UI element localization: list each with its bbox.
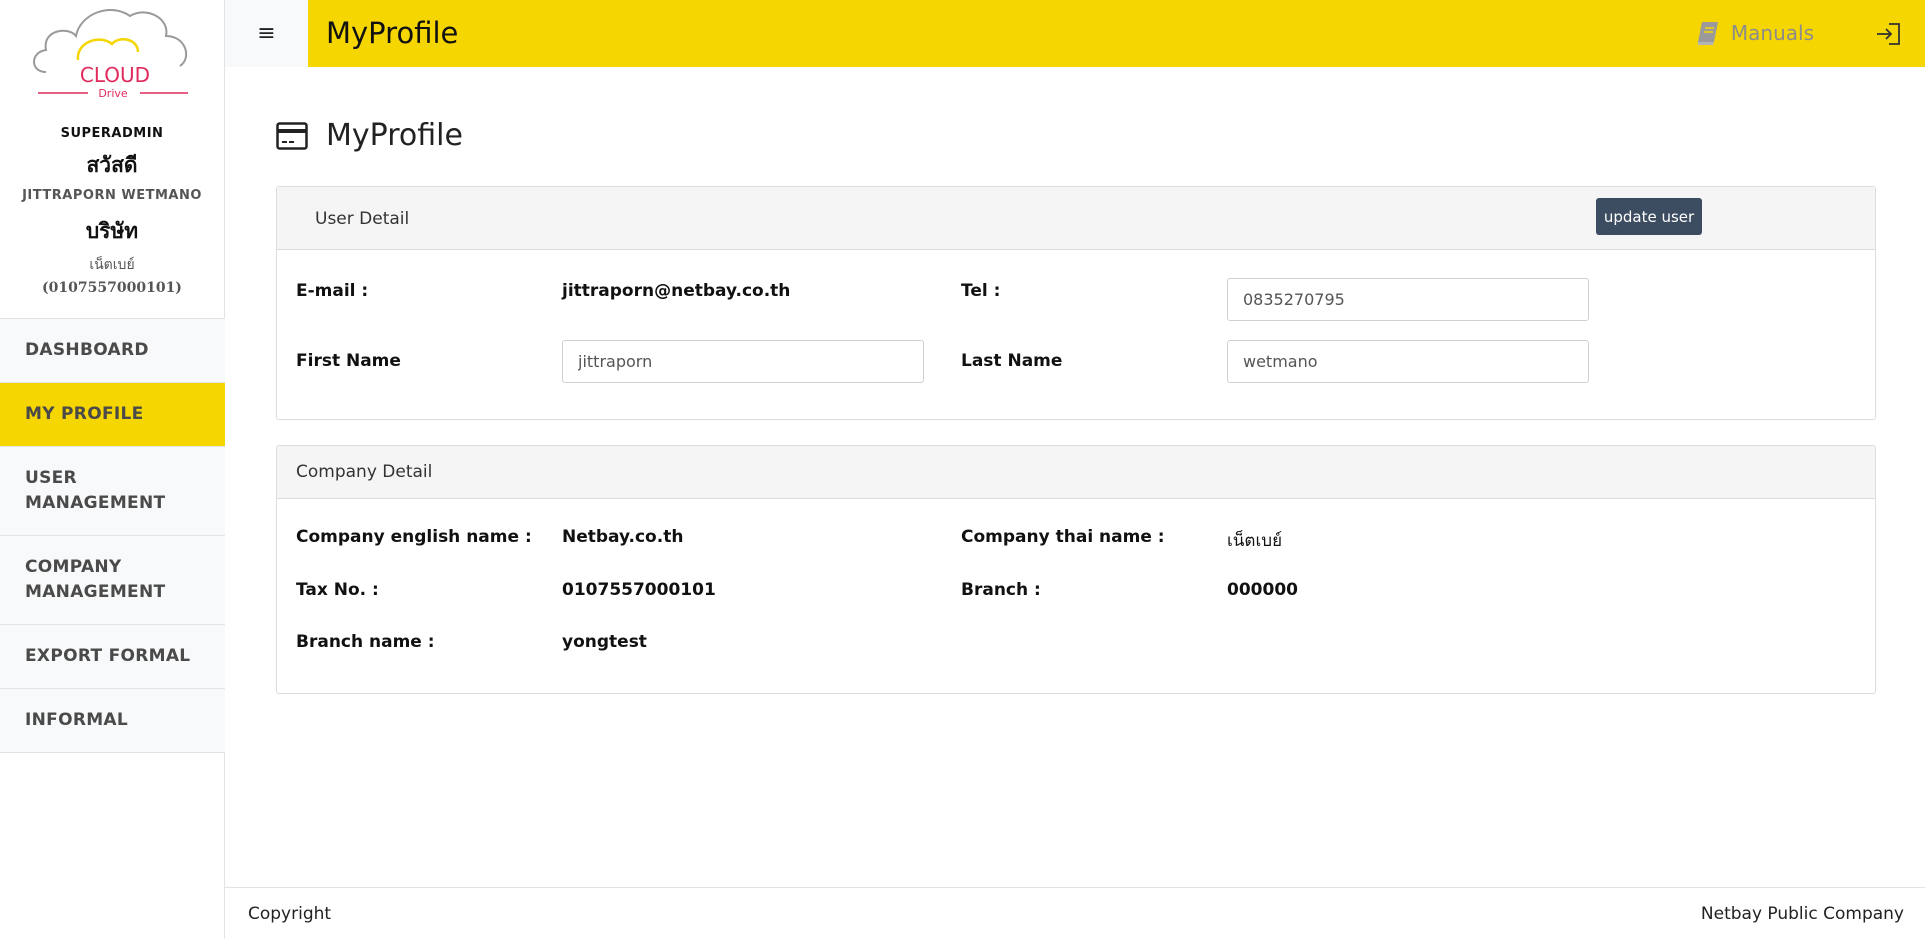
email-value: jittraporn@netbay.co.th bbox=[562, 281, 791, 301]
sidebar-item-informal[interactable]: INFORMAL bbox=[0, 689, 225, 753]
hamburger-icon: ≡ bbox=[257, 21, 276, 46]
page-title: MyProfile bbox=[326, 118, 463, 153]
user-company-label: บริษัท bbox=[85, 219, 139, 243]
user-detail-header: User Detail update user bbox=[277, 187, 1875, 250]
sidebar-item-label: COMPANY MANAGEMENT bbox=[25, 557, 166, 602]
logo-sub-text: Drive bbox=[98, 87, 128, 100]
sidebar-item-export-formal[interactable]: EXPORT FORMAL bbox=[0, 625, 225, 689]
sidebar-item-label: DASHBOARD bbox=[25, 340, 149, 360]
footer: Copyright Netbay Public Company bbox=[225, 887, 1925, 939]
top-bar: MyProfile Manuals bbox=[308, 0, 1925, 67]
footer-company: Netbay Public Company bbox=[1700, 904, 1904, 924]
logout-icon[interactable] bbox=[1875, 22, 1901, 46]
user-greeting: สวัสดี bbox=[86, 153, 138, 177]
brand-logo[interactable]: CLOUD Drive bbox=[0, 0, 224, 100]
manuals-link[interactable]: Manuals bbox=[1695, 20, 1814, 46]
branch-name-label: Branch name : bbox=[296, 632, 435, 652]
update-user-button[interactable]: update user bbox=[1596, 198, 1702, 235]
sidebar-item-dashboard[interactable]: DASHBOARD bbox=[0, 319, 225, 383]
sidebar-item-company-management[interactable]: COMPANY MANAGEMENT bbox=[0, 536, 225, 625]
tel-label: Tel : bbox=[961, 281, 1001, 301]
branch-value: 000000 bbox=[1227, 580, 1298, 600]
user-info: SUPERADMIN สวัสดี JITTRAPORN WETMANO บริ… bbox=[0, 100, 224, 296]
sidebar-item-label: INFORMAL bbox=[25, 710, 129, 730]
sidebar-item-label: MY PROFILE bbox=[25, 404, 144, 424]
book-icon bbox=[1697, 22, 1718, 45]
company-en-name-value: Netbay.co.th bbox=[562, 527, 684, 547]
company-detail-header: Company Detail bbox=[277, 446, 1875, 499]
tax-no-value: 0107557000101 bbox=[562, 580, 716, 600]
company-detail-card: Company Detail Company english name : Ne… bbox=[276, 445, 1876, 694]
footer-copyright: Copyright bbox=[248, 904, 332, 924]
company-detail-title: Company Detail bbox=[296, 462, 433, 482]
last-name-label: Last Name bbox=[961, 351, 1063, 371]
topbar-title: MyProfile bbox=[326, 16, 459, 50]
sidebar-item-label: EXPORT FORMAL bbox=[25, 646, 191, 666]
sidebar-item-label: USER MANAGEMENT bbox=[25, 468, 166, 513]
page-header: MyProfile bbox=[276, 118, 463, 153]
user-tax-id: (0107557000101) bbox=[42, 280, 182, 296]
sidebar-item-my-profile[interactable]: MY PROFILE bbox=[0, 383, 225, 447]
first-name-label: First Name bbox=[296, 351, 401, 371]
last-name-input[interactable] bbox=[1227, 340, 1589, 383]
manuals-label: Manuals bbox=[1730, 21, 1814, 45]
sidebar-nav: DASHBOARD MY PROFILE USER MANAGEMENT COM… bbox=[0, 318, 225, 753]
user-role: SUPERADMIN bbox=[60, 126, 164, 141]
sidebar-item-user-management[interactable]: USER MANAGEMENT bbox=[0, 447, 225, 536]
user-name: JITTRAPORN WETMANO bbox=[22, 188, 202, 203]
user-detail-title: User Detail bbox=[315, 209, 410, 229]
company-th-name-label: Company thai name : bbox=[961, 527, 1165, 547]
logo-main-text: CLOUD bbox=[80, 63, 150, 87]
tax-no-label: Tax No. : bbox=[296, 580, 379, 600]
branch-label: Branch : bbox=[961, 580, 1041, 600]
first-name-input[interactable] bbox=[562, 340, 924, 383]
company-en-name-label: Company english name : bbox=[296, 527, 532, 547]
cloud-logo-icon: CLOUD Drive bbox=[33, 9, 188, 100]
tel-input[interactable] bbox=[1227, 278, 1589, 321]
sidebar: CLOUD Drive SUPERADMIN สวัสดี JITTRAPORN… bbox=[0, 0, 225, 939]
email-label: E-mail : bbox=[296, 281, 369, 301]
user-detail-card: User Detail update user E-mail : jittrap… bbox=[276, 186, 1876, 420]
branch-name-value: yongtest bbox=[562, 632, 647, 652]
sidebar-toggle-button[interactable]: ≡ bbox=[225, 0, 308, 67]
credit-card-icon bbox=[276, 121, 308, 150]
user-company: เน็ตเบย์ bbox=[89, 257, 135, 273]
company-th-name-value: เน็ตเบย์ bbox=[1227, 531, 1283, 551]
